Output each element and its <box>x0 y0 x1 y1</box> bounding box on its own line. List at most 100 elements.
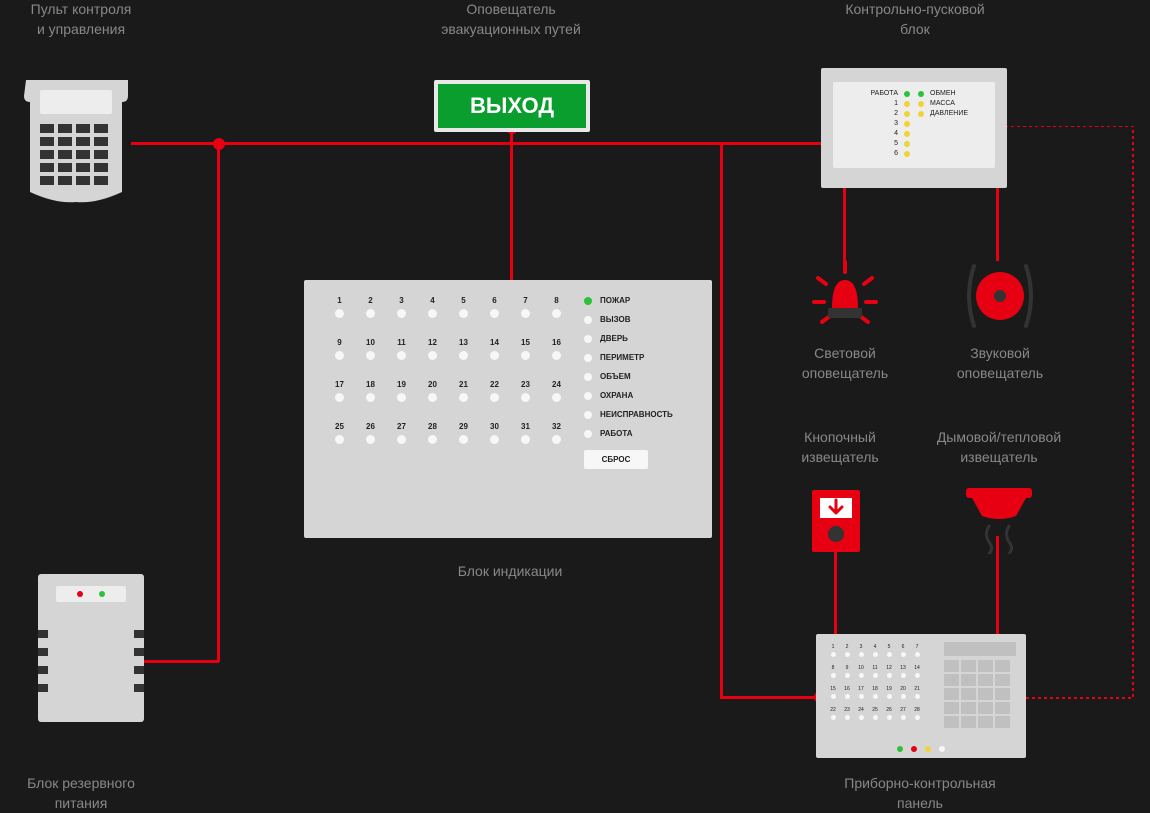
control-launch-block: РАБОТА ОБМЕН 1 МАССА 2 ДАВЛЕНИЕ 3 4 5 6 <box>821 68 1007 188</box>
zone-cell: 21 <box>448 380 479 402</box>
strobe-icon <box>810 260 880 330</box>
status-row: ВЫЗОВ <box>584 315 694 324</box>
wire <box>834 550 837 636</box>
cpanel-zone: 13 <box>896 665 910 678</box>
zone-cell: 10 <box>355 338 386 360</box>
cpanel-zone: 25 <box>868 707 882 720</box>
cpanel-zone: 9 <box>840 665 854 678</box>
label-ctrl: Контрольно-пусковойблок <box>790 0 1040 39</box>
zone-cell: 12 <box>417 338 448 360</box>
callpoint-icon <box>812 490 860 552</box>
reset-button[interactable]: СБРОС <box>584 450 648 469</box>
cpanel-key <box>944 674 959 686</box>
wire <box>510 142 513 280</box>
status-row: ОБЪЕМ <box>584 372 694 381</box>
label-psu: Блок резервногопитания <box>0 774 162 813</box>
led-icon <box>904 151 910 157</box>
zone-cell: 19 <box>386 380 417 402</box>
ctrl-num: 1 <box>894 100 898 107</box>
label-keypad: Пульт контроляи управления <box>0 0 162 39</box>
wire <box>996 186 999 261</box>
zone-cell: 18 <box>355 380 386 402</box>
cpanel-zone: 16 <box>840 686 854 699</box>
cpanel-key <box>995 702 1010 714</box>
zone-cell: 15 <box>510 338 541 360</box>
cpanel-key <box>978 674 993 686</box>
cpanel-key <box>978 716 993 728</box>
exit-sign: ВЫХОД <box>434 80 590 132</box>
cpanel-zone: 17 <box>854 686 868 699</box>
zone-cell: 6 <box>479 296 510 318</box>
cpanel-key <box>961 702 976 714</box>
zone-cell: 32 <box>541 422 572 444</box>
bell-icon <box>960 256 1040 336</box>
cpanel-zone: 20 <box>896 686 910 699</box>
label-sounder: Звуковойоповещатель <box>940 344 1060 383</box>
label-strobe: Световойоповещатель <box>790 344 900 383</box>
zone-cell: 26 <box>355 422 386 444</box>
status-row: НЕИСПРАВНОСТЬ <box>584 410 694 419</box>
zone-cell: 13 <box>448 338 479 360</box>
cpanel-key <box>995 674 1010 686</box>
cpanel-key <box>944 660 959 672</box>
ctrl-label: ДАВЛЕНИЕ <box>930 110 968 117</box>
ctrl-num: 3 <box>894 120 898 127</box>
cpanel-zone: 28 <box>910 707 924 720</box>
cpanel-key <box>995 688 1010 700</box>
cpanel-zone: 22 <box>826 707 840 720</box>
zone-cell: 11 <box>386 338 417 360</box>
cpanel-zone-grid: 1234567891011121314151617181920212223242… <box>826 644 930 728</box>
junction-dot <box>213 138 225 150</box>
zone-cell: 3 <box>386 296 417 318</box>
cpanel-key <box>961 674 976 686</box>
cpanel-zone: 21 <box>910 686 924 699</box>
wire <box>843 186 846 265</box>
status-row: ОХРАНА <box>584 391 694 400</box>
cpanel-key <box>944 688 959 700</box>
cpanel-zone: 18 <box>868 686 882 699</box>
cpanel-zone: 6 <box>896 644 910 657</box>
indication-zone-grid: 1234567891011121314151617181920212223242… <box>324 296 574 464</box>
smoke-detector-icon <box>962 484 1036 544</box>
ctrl-label: МАССА <box>930 100 955 107</box>
zone-cell: 27 <box>386 422 417 444</box>
cpanel-zone: 5 <box>882 644 896 657</box>
cpanel-key <box>944 716 959 728</box>
cpanel-zone: 14 <box>910 665 924 678</box>
wire <box>720 142 723 698</box>
zone-cell: 9 <box>324 338 355 360</box>
cpanel-key <box>961 660 976 672</box>
label-exit: Оповещательэвакуационных путей <box>400 0 622 39</box>
led-icon <box>918 91 924 97</box>
zone-cell: 7 <box>510 296 541 318</box>
zone-cell: 28 <box>417 422 448 444</box>
cpanel-zone: 24 <box>854 707 868 720</box>
ctrl-num: 2 <box>894 110 898 117</box>
ctrl-num: 5 <box>894 140 898 147</box>
cpanel-key <box>961 688 976 700</box>
led-icon <box>904 141 910 147</box>
wire <box>720 696 820 699</box>
led-icon <box>904 131 910 137</box>
zone-cell: 8 <box>541 296 572 318</box>
wire <box>135 660 219 663</box>
label-panel: Приборно-контрольнаяпанель <box>800 774 1040 813</box>
cpanel-zone: 15 <box>826 686 840 699</box>
zone-cell: 22 <box>479 380 510 402</box>
control-panel: 1234567891011121314151617181920212223242… <box>816 634 1026 758</box>
zone-cell: 25 <box>324 422 355 444</box>
cpanel-status-leds <box>816 746 1026 752</box>
cpanel-zone: 7 <box>910 644 924 657</box>
cpanel-zone: 26 <box>882 707 896 720</box>
cpanel-key <box>995 716 1010 728</box>
cpanel-key <box>961 716 976 728</box>
cpanel-keypad <box>944 660 1016 728</box>
wire <box>131 142 915 145</box>
cpanel-key <box>978 688 993 700</box>
cpanel-zone: 27 <box>896 707 910 720</box>
zone-cell: 23 <box>510 380 541 402</box>
ctrl-label: ОБМЕН <box>930 90 956 97</box>
cpanel-screen <box>944 642 1016 656</box>
wire-dotted <box>1005 126 1141 706</box>
cpanel-key <box>944 702 959 714</box>
